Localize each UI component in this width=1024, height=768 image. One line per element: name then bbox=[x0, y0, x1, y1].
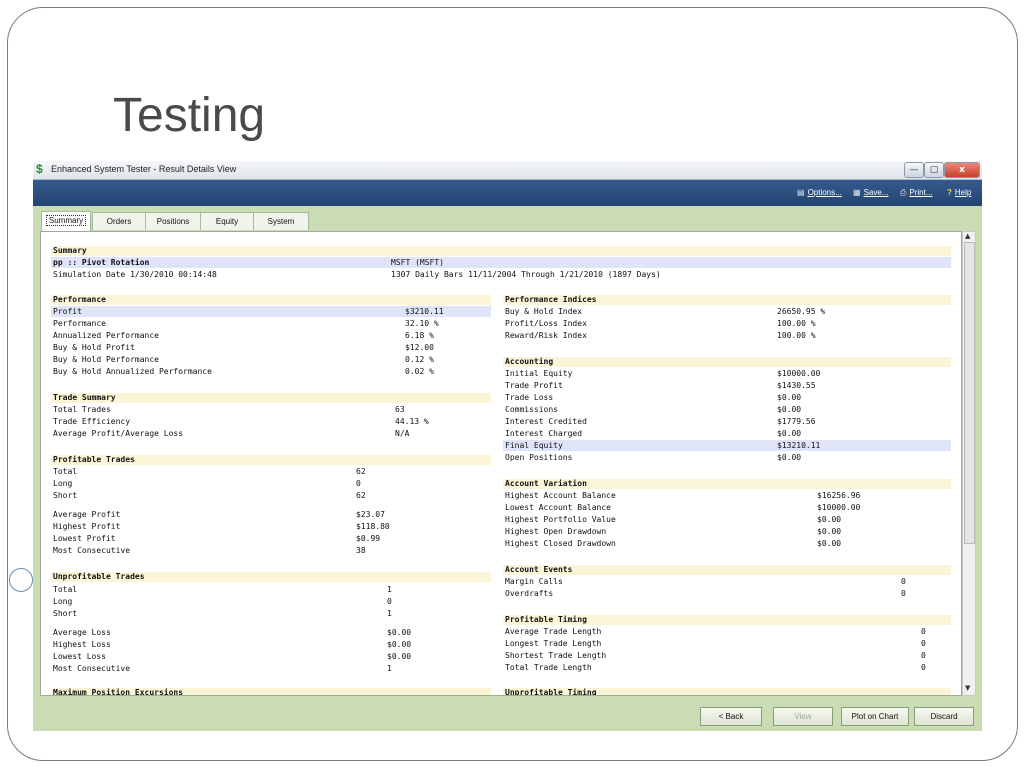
stat-row: Average Loss $0.00 bbox=[53, 628, 412, 637]
printer-icon: ⎙ bbox=[900, 188, 907, 197]
stat-row: Short 62 bbox=[53, 491, 366, 500]
summary-panel: Summary pp :: Pivot Rotation MSFT (MSFT)… bbox=[40, 231, 962, 696]
stat-row: Buy & Hold Annualized Performance 0.02 % bbox=[53, 367, 434, 376]
stat-row: Open Positions $0.00 bbox=[505, 453, 802, 462]
stat-row: Total 1 bbox=[53, 585, 392, 594]
stat-row: Interest Credited $1779.56 bbox=[505, 417, 816, 426]
stat-row: Average Trade Length 0 bbox=[505, 627, 926, 636]
stat-row: Performance 32.10 % bbox=[53, 319, 439, 328]
print-button[interactable]: ⎙ Print... bbox=[900, 188, 933, 198]
stat-row: Lowest Account Balance $10000.00 bbox=[505, 503, 861, 512]
section-profitable-trades: Profitable Trades bbox=[51, 455, 491, 465]
stat-row: Highest Profit $118.80 bbox=[53, 522, 390, 531]
stat-row: Lowest Profit $0.99 bbox=[53, 534, 381, 543]
section-unprofitable-timing: Unprofitable Timing bbox=[503, 688, 951, 695]
stat-row: Highest Loss $0.00 bbox=[53, 640, 412, 649]
stat-row: Initial Equity $10000.00 bbox=[505, 369, 821, 378]
window-title: Enhanced System Tester - Result Details … bbox=[51, 164, 237, 174]
back-button[interactable]: < Back bbox=[700, 707, 762, 726]
save-icon: ▦ bbox=[853, 188, 861, 197]
stat-row: Buy & Hold Profit $12.00 bbox=[53, 343, 434, 352]
stat-row: Longest Trade Length 0 bbox=[505, 639, 926, 648]
stat-row: Total 62 bbox=[53, 467, 366, 476]
options-icon: ▤ bbox=[797, 188, 805, 197]
tab-positions[interactable]: Positions bbox=[145, 212, 201, 230]
toolbar: ▤ Options... ▦ Save... ⎙ Print... ? Help bbox=[33, 180, 982, 206]
stat-row: Long 0 bbox=[53, 479, 361, 488]
tab-equity[interactable]: Equity bbox=[200, 212, 254, 230]
section-performance-indices: Performance Indices bbox=[503, 295, 951, 305]
tab-summary[interactable]: Summary bbox=[41, 211, 91, 231]
stat-row: Total Trades 63 bbox=[53, 405, 405, 414]
stat-row: Buy & Hold Index 26650.95 % bbox=[505, 307, 826, 316]
stat-row: Trade Profit $1430.55 bbox=[505, 381, 816, 390]
section-trade-summary: Trade Summary bbox=[51, 393, 491, 403]
section-account-events: Account Events bbox=[503, 565, 951, 575]
section-unprofitable-trades: Unprofitable Trades bbox=[51, 572, 491, 582]
section-account-variation: Account Variation bbox=[503, 479, 951, 489]
close-button[interactable]: x bbox=[944, 162, 980, 178]
stat-row: Most Consecutive 38 bbox=[53, 546, 366, 555]
stat-row: Overdrafts 0 bbox=[505, 589, 906, 598]
title-bar[interactable]: $ Enhanced System Tester - Result Detail… bbox=[33, 161, 982, 180]
circle-icon bbox=[9, 568, 33, 592]
section-profitable-timing: Profitable Timing bbox=[503, 615, 951, 625]
section-max-position-excursions: Maximum Position Excursions bbox=[51, 688, 491, 695]
options-button[interactable]: ▤ Options... bbox=[797, 188, 842, 197]
stat-row: Shortest Trade Length 0 bbox=[505, 651, 926, 660]
stat-row: Final Equity $13210.11 bbox=[503, 440, 951, 451]
tab-system[interactable]: System bbox=[253, 212, 309, 230]
plot-on-chart-button[interactable]: Plot on Chart bbox=[841, 707, 909, 726]
stat-row: Highest Closed Drawdown $0.00 bbox=[505, 539, 842, 548]
scrollbar-thumb[interactable] bbox=[964, 242, 975, 544]
system-name-row: pp :: Pivot Rotation MSFT (MSFT) bbox=[51, 257, 951, 268]
stat-row: Commissions $0.00 bbox=[505, 405, 802, 414]
stat-row: Margin Calls 0 bbox=[505, 577, 906, 586]
scroll-down-arrow-icon[interactable]: ▼ bbox=[965, 684, 970, 692]
help-button[interactable]: ? Help bbox=[947, 188, 971, 197]
stat-row: Profit $3210.11 bbox=[51, 306, 491, 317]
stat-row: Lowest Loss $0.00 bbox=[53, 652, 412, 661]
vertical-scrollbar[interactable]: ▲ ▼ bbox=[962, 231, 976, 696]
help-icon: ? bbox=[947, 188, 952, 197]
stat-row: Highest Account Balance $16256.96 bbox=[505, 491, 861, 500]
discard-button[interactable]: Discard bbox=[914, 707, 974, 726]
stat-row: Reward/Risk Index 100.00 % bbox=[505, 331, 816, 340]
stat-row: Interest Charged $0.00 bbox=[505, 429, 802, 438]
maximize-button[interactable]: ▢ bbox=[924, 162, 944, 178]
save-button[interactable]: ▦ Save... bbox=[853, 188, 888, 197]
tab-orders[interactable]: Orders bbox=[92, 212, 146, 230]
stat-row: Trade Efficiency 44.13 % bbox=[53, 417, 429, 426]
stat-row: Short 1 bbox=[53, 609, 392, 618]
stat-row: Buy & Hold Performance 0.12 % bbox=[53, 355, 434, 364]
dollar-app-icon: $ bbox=[36, 162, 43, 176]
stat-row: Total Trade Length 0 bbox=[505, 663, 926, 672]
section-accounting: Accounting bbox=[503, 357, 951, 367]
slide-title: Testing bbox=[113, 89, 266, 142]
stat-row: Average Profit $23.07 bbox=[53, 510, 385, 519]
section-summary-header: Summary bbox=[51, 246, 951, 256]
tester-window: $ Enhanced System Tester - Result Detail… bbox=[33, 161, 982, 731]
scroll-up-arrow-icon[interactable]: ▲ bbox=[965, 232, 970, 240]
section-performance: Performance bbox=[51, 295, 491, 305]
stat-row: Most Consecutive 1 bbox=[53, 664, 392, 673]
stat-row: Trade Loss $0.00 bbox=[505, 393, 802, 402]
stat-row: Highest Open Drawdown $0.00 bbox=[505, 527, 842, 536]
stat-row: Annualized Performance 6.18 % bbox=[53, 331, 434, 340]
stat-row: Profit/Loss Index 100.00 % bbox=[505, 319, 816, 328]
stat-row: Long 0 bbox=[53, 597, 392, 606]
simulation-row: Simulation Date 1/30/2010 00:14:48 1307 … bbox=[53, 270, 661, 279]
stat-row: Average Profit/Average Loss N/A bbox=[53, 429, 410, 438]
tab-bar: Summary Orders Positions Equity System bbox=[33, 206, 982, 234]
minimize-button[interactable]: — bbox=[904, 162, 924, 178]
footer-bar: < Back View Plot on Chart Discard bbox=[33, 699, 982, 731]
view-button[interactable]: View bbox=[773, 707, 833, 726]
stat-row: Highest Portfolio Value $0.00 bbox=[505, 515, 842, 524]
